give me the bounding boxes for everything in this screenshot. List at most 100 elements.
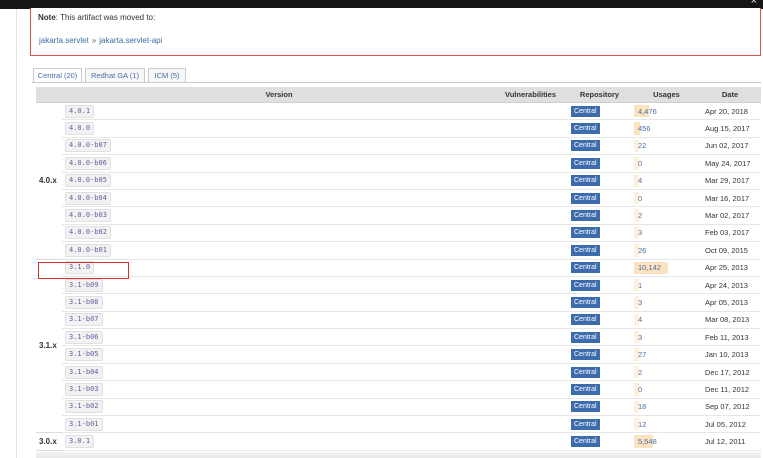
usages-link[interactable]: 4 bbox=[638, 176, 642, 185]
repository-badge[interactable]: Central bbox=[571, 296, 600, 308]
usages-cell: 5,548 bbox=[634, 432, 699, 451]
repository-badge[interactable]: Central bbox=[571, 418, 600, 430]
vulnerabilities-cell bbox=[496, 189, 565, 208]
versions-table-body: 4.0.x 4.0.1 Central 4,476 Apr 20, 2018 4.0.0 C… bbox=[36, 102, 761, 451]
usages-link[interactable]: 5,548 bbox=[638, 437, 657, 446]
usages-link[interactable]: 1 bbox=[638, 281, 642, 290]
usages-link[interactable]: 0 bbox=[638, 159, 642, 168]
table-row: 4.0.x 4.0.1 Central 4,476 Apr 20, 2018 bbox=[36, 102, 761, 260]
repository-badge[interactable]: Central bbox=[571, 105, 600, 117]
repository-cell: Central bbox=[565, 102, 634, 121]
repository-badge[interactable]: Central bbox=[571, 366, 600, 378]
repository-badge[interactable]: Central bbox=[571, 383, 600, 395]
version-link[interactable]: 3.1-b08 bbox=[65, 295, 103, 309]
usages-link[interactable]: 0 bbox=[638, 194, 642, 203]
date-cell: Oct 09, 2015 bbox=[699, 241, 761, 260]
repository-badge[interactable]: Central bbox=[571, 279, 600, 291]
version-link[interactable]: 4.0.0-b06 bbox=[65, 156, 111, 170]
version-link[interactable]: 3.1-b01 bbox=[65, 417, 103, 431]
date-cell: Apr 05, 2013 bbox=[699, 293, 761, 312]
version-link[interactable]: 4.0.0-b04 bbox=[65, 191, 111, 205]
usages-link[interactable]: 2 bbox=[638, 211, 642, 220]
version-link[interactable]: 4.0.0-b01 bbox=[65, 243, 111, 257]
version-link[interactable]: 4.0.0-b02 bbox=[65, 226, 111, 240]
repository-cell: Central bbox=[565, 328, 634, 347]
version-link[interactable]: 4.0.0-b07 bbox=[65, 139, 111, 153]
repository-cell: Central bbox=[565, 119, 634, 138]
repository-badge[interactable]: Central bbox=[571, 123, 600, 135]
usages-link[interactable]: 26 bbox=[638, 246, 646, 255]
usages-link[interactable]: 456 bbox=[638, 124, 651, 133]
repository-badge[interactable]: Central bbox=[571, 210, 600, 222]
repository-column-header: Repository bbox=[565, 87, 634, 103]
version-link[interactable]: 3.1-b09 bbox=[65, 278, 103, 292]
close-icon[interactable]: × bbox=[751, 0, 757, 7]
version-link[interactable]: 3.1-b07 bbox=[65, 313, 103, 327]
version-cell: 4.0.0-b01 bbox=[62, 241, 496, 260]
relocation-artifact-link[interactable]: jakarta.servlet-api bbox=[99, 36, 162, 45]
usages-cell: 0 bbox=[634, 380, 699, 399]
version-group-label: 4.0.x bbox=[36, 102, 62, 260]
version-link[interactable]: 3.1-b04 bbox=[65, 365, 103, 379]
version-link[interactable]: 3.1-b05 bbox=[65, 348, 103, 362]
version-link[interactable]: 3.1-b06 bbox=[65, 330, 103, 344]
version-link[interactable]: 4.0.0-b05 bbox=[65, 174, 111, 188]
usages-link[interactable]: 3 bbox=[638, 333, 642, 342]
date-cell: Jul 05, 2012 bbox=[699, 415, 761, 434]
repository-badge[interactable]: Central bbox=[571, 401, 600, 413]
usages-cell: 1 bbox=[634, 276, 699, 295]
repository-cell: Central bbox=[565, 206, 634, 225]
usages-link[interactable]: 22 bbox=[638, 141, 646, 150]
version-link[interactable]: 4.0.0-b03 bbox=[65, 209, 111, 223]
tab-central[interactable]: Central (20) bbox=[33, 68, 82, 82]
date-cell: Mar 29, 2017 bbox=[699, 172, 761, 190]
usages-link[interactable]: 18 bbox=[638, 402, 646, 411]
date-cell: Jul 12, 2011 bbox=[699, 432, 761, 451]
version-column-header: Version bbox=[62, 87, 496, 103]
usages-link[interactable]: 0 bbox=[638, 385, 642, 394]
version-link[interactable]: 3.1.0 bbox=[65, 261, 95, 275]
relocation-group-link[interactable]: jakarta.servlet bbox=[39, 36, 89, 45]
usages-column-header: Usages bbox=[634, 87, 699, 103]
repository-badge[interactable]: Central bbox=[571, 314, 600, 326]
repository-badge[interactable]: Central bbox=[571, 157, 600, 169]
date-cell: Apr 20, 2018 bbox=[699, 102, 761, 121]
usages-link[interactable]: 3 bbox=[638, 298, 642, 307]
table-footer-shadow bbox=[36, 452, 761, 458]
usages-link[interactable]: 10,142 bbox=[638, 263, 661, 272]
usages-link[interactable]: 27 bbox=[638, 350, 646, 359]
version-link[interactable]: 3.1-b03 bbox=[65, 382, 103, 396]
repository-badge[interactable]: Central bbox=[571, 140, 600, 152]
date-cell: Feb 03, 2017 bbox=[699, 224, 761, 243]
repository-badge[interactable]: Central bbox=[571, 244, 600, 256]
repository-badge[interactable]: Central bbox=[571, 436, 600, 448]
usages-cell: 3 bbox=[634, 328, 699, 347]
version-link[interactable]: 4.0.1 bbox=[65, 104, 95, 118]
repository-cell: Central bbox=[565, 432, 634, 451]
table-row: 3.1-b03 Central 0 Dec 11, 2012 bbox=[36, 380, 761, 399]
repository-badge[interactable]: Central bbox=[571, 262, 600, 274]
usages-link[interactable]: 12 bbox=[638, 420, 646, 429]
usages-link[interactable]: 4,476 bbox=[638, 107, 657, 116]
repository-badge[interactable]: Central bbox=[571, 175, 600, 187]
tab-redhat-ga[interactable]: Redhat GA (1) bbox=[85, 68, 145, 82]
repository-badge[interactable]: Central bbox=[571, 331, 600, 343]
table-header-row: Version Vulnerabilities Repository Usage… bbox=[36, 87, 761, 103]
tab-icm[interactable]: ICM (5) bbox=[148, 68, 186, 82]
usages-link[interactable]: 2 bbox=[638, 368, 642, 377]
version-group-label: 3.1.x bbox=[36, 259, 62, 434]
version-cell: 4.0.0-b05 bbox=[62, 172, 496, 190]
version-link[interactable]: 4.0.0 bbox=[65, 122, 95, 136]
usages-link[interactable]: 3 bbox=[638, 228, 642, 237]
usages-link[interactable]: 4 bbox=[638, 315, 642, 324]
vulnerabilities-cell bbox=[496, 224, 565, 243]
repository-badge[interactable]: Central bbox=[571, 349, 600, 361]
relocation-path: jakarta.servlet» jakarta.servlet-api bbox=[39, 36, 162, 45]
version-cell: 3.1.0 bbox=[62, 259, 496, 277]
version-link[interactable]: 3.0.1 bbox=[65, 435, 95, 449]
version-link[interactable]: 3.1-b02 bbox=[65, 400, 103, 414]
vulnerabilities-cell bbox=[496, 172, 565, 190]
repository-badge[interactable]: Central bbox=[571, 227, 600, 239]
usages-cell: 10,142 bbox=[634, 259, 699, 277]
repository-badge[interactable]: Central bbox=[571, 192, 600, 204]
